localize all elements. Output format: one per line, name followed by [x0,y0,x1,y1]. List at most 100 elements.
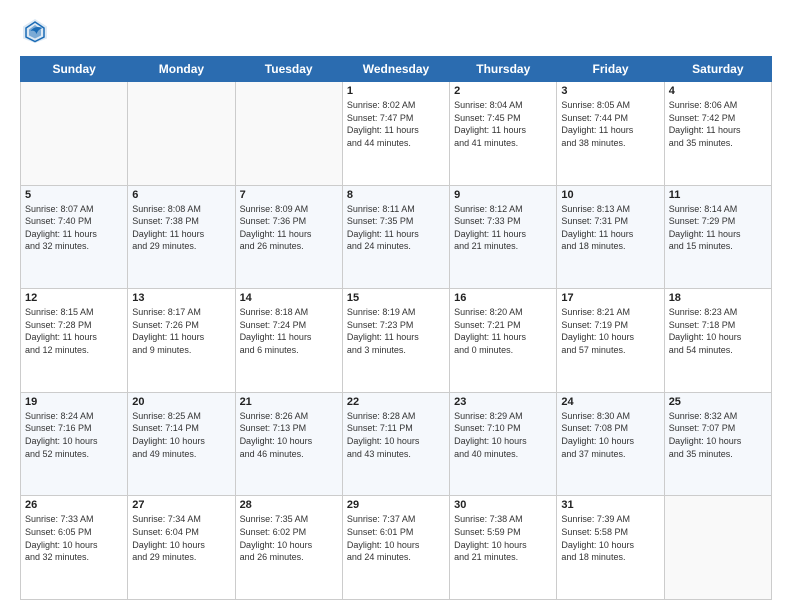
calendar-cell: 7Sunrise: 8:09 AM Sunset: 7:36 PM Daylig… [235,185,342,289]
day-info: Sunrise: 8:18 AM Sunset: 7:24 PM Dayligh… [240,306,338,356]
logo [20,16,54,46]
calendar-cell: 9 Sunrise: 8:12 AM Sunset: 7:33 PM Daylig… [450,185,557,289]
calendar-cell: 6 Sunrise: 8:08 AM Sunset: 7:38 PM Daylig… [128,185,235,289]
day-info: Sunrise: 8:25 AM Sunset: 7:14 PM Dayligh… [132,410,230,460]
day-info: Sunrise: 8:12 AM Sunset: 7:33 PM Dayligh… [454,203,552,253]
day-number: 21 [240,396,338,408]
calendar-cell: 14Sunrise: 8:18 AM Sunset: 7:24 PM Dayli… [235,289,342,393]
day-info: Sunrise: 8:11 AM Sunset: 7:35 PM Dayligh… [347,203,445,253]
calendar-cell: 29Sunrise: 7:37 AM Sunset: 6:01 PM Dayli… [342,496,449,600]
calendar-table: Sunday Monday Tuesday Wednesday Thursday… [20,56,772,600]
calendar-cell: 2 Sunrise: 8:04 AM Sunset: 7:45 PM Daylig… [450,82,557,186]
calendar-week-row: 19Sunrise: 8:24 AM Sunset: 7:16 PM Dayli… [21,392,772,496]
day-number: 3 [561,85,659,97]
day-info: Sunrise: 7:38 AM Sunset: 5:59 PM Dayligh… [454,513,552,563]
day-info: Sunrise: 8:30 AM Sunset: 7:08 PM Dayligh… [561,410,659,460]
day-info: Sunrise: 8:23 AM Sunset: 7:18 PM Dayligh… [669,306,767,356]
day-number: 26 [25,499,123,511]
calendar-cell: 19Sunrise: 8:24 AM Sunset: 7:16 PM Dayli… [21,392,128,496]
calendar-cell: 18 Sunrise: 8:23 AM Sunset: 7:18 PM Dayli… [664,289,771,393]
col-wednesday: Wednesday [342,57,449,82]
calendar-cell [128,82,235,186]
day-info: Sunrise: 7:33 AM Sunset: 6:05 PM Dayligh… [25,513,123,563]
day-info: Sunrise: 8:21 AM Sunset: 7:19 PM Dayligh… [561,306,659,356]
calendar-week-row: 12Sunrise: 8:15 AM Sunset: 7:28 PM Dayli… [21,289,772,393]
logo-icon [20,16,50,46]
calendar-cell: 31Sunrise: 7:39 AM Sunset: 5:58 PM Dayli… [557,496,664,600]
calendar-cell: 17 Sunrise: 8:21 AM Sunset: 7:19 PM Dayli… [557,289,664,393]
calendar-cell: 30 Sunrise: 7:38 AM Sunset: 5:59 PM Dayli… [450,496,557,600]
calendar-cell: 13 Sunrise: 8:17 AM Sunset: 7:26 PM Dayli… [128,289,235,393]
calendar-cell [21,82,128,186]
day-info: Sunrise: 8:19 AM Sunset: 7:23 PM Dayligh… [347,306,445,356]
day-info: Sunrise: 7:35 AM Sunset: 6:02 PM Dayligh… [240,513,338,563]
calendar-cell: 5 Sunrise: 8:07 AM Sunset: 7:40 PM Daylig… [21,185,128,289]
day-number: 12 [25,292,123,304]
day-number: 8 [347,189,445,201]
day-info: Sunrise: 7:34 AM Sunset: 6:04 PM Dayligh… [132,513,230,563]
col-friday: Friday [557,57,664,82]
day-info: Sunrise: 8:13 AM Sunset: 7:31 PM Dayligh… [561,203,659,253]
day-info: Sunrise: 7:37 AM Sunset: 6:01 PM Dayligh… [347,513,445,563]
day-number: 27 [132,499,230,511]
calendar-cell [235,82,342,186]
calendar-cell [664,496,771,600]
day-info: Sunrise: 7:39 AM Sunset: 5:58 PM Dayligh… [561,513,659,563]
day-number: 1 [347,85,445,97]
day-number: 23 [454,396,552,408]
calendar-cell: 1 Sunrise: 8:02 AM Sunset: 7:47 PM Daylig… [342,82,449,186]
day-number: 16 [454,292,552,304]
day-info: Sunrise: 8:24 AM Sunset: 7:16 PM Dayligh… [25,410,123,460]
day-number: 4 [669,85,767,97]
day-info: Sunrise: 8:17 AM Sunset: 7:26 PM Dayligh… [132,306,230,356]
day-number: 11 [669,189,767,201]
calendar-header-row: Sunday Monday Tuesday Wednesday Thursday… [21,57,772,82]
calendar-cell: 20 Sunrise: 8:25 AM Sunset: 7:14 PM Dayli… [128,392,235,496]
day-number: 15 [347,292,445,304]
page: Sunday Monday Tuesday Wednesday Thursday… [0,0,792,612]
day-info: Sunrise: 8:09 AM Sunset: 7:36 PM Dayligh… [240,203,338,253]
col-monday: Monday [128,57,235,82]
calendar-cell: 27 Sunrise: 7:34 AM Sunset: 6:04 PM Dayli… [128,496,235,600]
calendar-week-row: 5 Sunrise: 8:07 AM Sunset: 7:40 PM Daylig… [21,185,772,289]
calendar-cell: 11 Sunrise: 8:14 AM Sunset: 7:29 PM Dayli… [664,185,771,289]
col-saturday: Saturday [664,57,771,82]
day-number: 30 [454,499,552,511]
calendar-cell: 25Sunrise: 8:32 AM Sunset: 7:07 PM Dayli… [664,392,771,496]
day-info: Sunrise: 8:06 AM Sunset: 7:42 PM Dayligh… [669,99,767,149]
day-number: 5 [25,189,123,201]
day-info: Sunrise: 8:26 AM Sunset: 7:13 PM Dayligh… [240,410,338,460]
day-info: Sunrise: 8:07 AM Sunset: 7:40 PM Dayligh… [25,203,123,253]
day-info: Sunrise: 8:20 AM Sunset: 7:21 PM Dayligh… [454,306,552,356]
day-number: 2 [454,85,552,97]
day-number: 13 [132,292,230,304]
day-info: Sunrise: 8:14 AM Sunset: 7:29 PM Dayligh… [669,203,767,253]
calendar-cell: 24 Sunrise: 8:30 AM Sunset: 7:08 PM Dayli… [557,392,664,496]
day-number: 25 [669,396,767,408]
day-number: 28 [240,499,338,511]
col-tuesday: Tuesday [235,57,342,82]
day-number: 6 [132,189,230,201]
calendar-week-row: 26 Sunrise: 7:33 AM Sunset: 6:05 PM Dayli… [21,496,772,600]
calendar-cell: 3 Sunrise: 8:05 AM Sunset: 7:44 PM Daylig… [557,82,664,186]
day-number: 18 [669,292,767,304]
day-number: 20 [132,396,230,408]
day-info: Sunrise: 8:28 AM Sunset: 7:11 PM Dayligh… [347,410,445,460]
calendar-cell: 21 Sunrise: 8:26 AM Sunset: 7:13 PM Dayli… [235,392,342,496]
day-info: Sunrise: 8:29 AM Sunset: 7:10 PM Dayligh… [454,410,552,460]
calendar-cell: 23 Sunrise: 8:29 AM Sunset: 7:10 PM Dayli… [450,392,557,496]
day-number: 17 [561,292,659,304]
day-number: 9 [454,189,552,201]
day-info: Sunrise: 8:05 AM Sunset: 7:44 PM Dayligh… [561,99,659,149]
calendar-cell: 15 Sunrise: 8:19 AM Sunset: 7:23 PM Dayli… [342,289,449,393]
day-info: Sunrise: 8:08 AM Sunset: 7:38 PM Dayligh… [132,203,230,253]
calendar-cell: 12Sunrise: 8:15 AM Sunset: 7:28 PM Dayli… [21,289,128,393]
day-number: 24 [561,396,659,408]
day-info: Sunrise: 8:02 AM Sunset: 7:47 PM Dayligh… [347,99,445,149]
day-number: 10 [561,189,659,201]
col-thursday: Thursday [450,57,557,82]
calendar-cell: 4 Sunrise: 8:06 AM Sunset: 7:42 PM Daylig… [664,82,771,186]
day-number: 22 [347,396,445,408]
calendar-cell: 26 Sunrise: 7:33 AM Sunset: 6:05 PM Dayli… [21,496,128,600]
day-info: Sunrise: 8:04 AM Sunset: 7:45 PM Dayligh… [454,99,552,149]
